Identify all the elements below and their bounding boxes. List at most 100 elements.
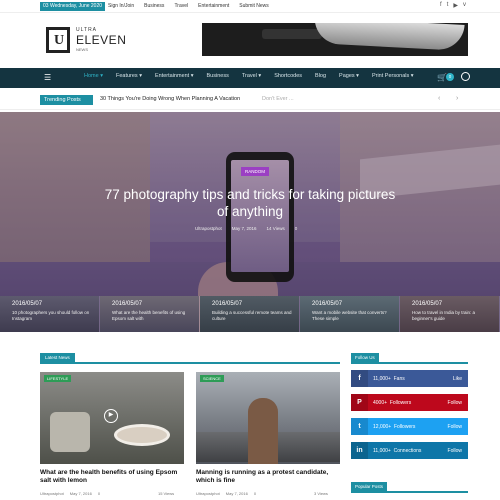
slider-card-date: 2016/05/07	[212, 301, 243, 307]
slider-card-title: Building a successful remote teams and c…	[212, 310, 292, 321]
post-meta: Ultrapostphot May 7, 2016 0	[40, 491, 100, 496]
post-author[interactable]: Ultrapostphot	[40, 491, 64, 496]
slider-card[interactable]: 2016/05/07 10 photographers you should f…	[0, 296, 100, 332]
post-image-cup	[50, 412, 90, 452]
youtube-icon[interactable]: ▶	[453, 2, 458, 9]
trending-label: Trending Posts	[40, 95, 93, 105]
facebook-icon[interactable]: f	[440, 2, 442, 9]
hero-comments[interactable]: 0	[295, 226, 298, 231]
social-count: 11,000+ Connections	[373, 448, 422, 454]
post-title[interactable]: What are the health benefits of using Ep…	[40, 469, 190, 485]
nav-item-travel[interactable]: Travel ▾	[242, 73, 261, 79]
post-author[interactable]: Ultrapostphot	[196, 491, 220, 496]
logo[interactable]: U	[46, 27, 70, 53]
chevron-left-icon[interactable]: ‹	[438, 95, 440, 102]
post-image[interactable]: SCIENCE	[196, 372, 340, 464]
slider-card[interactable]: 2016/05/07 Building a successful remote …	[200, 296, 300, 332]
entertainment-link[interactable]: Entertainment	[198, 3, 229, 9]
page: 03 Wednesday, June 2020 Sign In/Join Bus…	[0, 0, 500, 500]
hero-author[interactable]: Ultrapostphot	[195, 226, 222, 231]
hamburger-menu-icon[interactable]: ☰	[44, 74, 52, 82]
social-count: 11,000+ Fans	[373, 376, 405, 382]
nav-item-business[interactable]: Business	[207, 73, 229, 79]
social-action[interactable]: Follow	[448, 448, 462, 454]
logo-line3: NEWS	[76, 47, 88, 52]
travel-link[interactable]: Travel	[174, 3, 188, 9]
follow-title: Follow Us	[351, 353, 379, 362]
slider-card-date: 2016/05/07	[112, 301, 143, 307]
slider-card[interactable]: 2016/05/07 How to travel in India by tra…	[400, 296, 500, 332]
hero-title[interactable]: 77 photography tips and tricks for takin…	[100, 186, 400, 220]
nav-item-entertainment[interactable]: Entertainment ▾	[155, 73, 194, 79]
post-date: May 7, 2016	[225, 491, 248, 496]
post-views: 15 Views	[158, 491, 174, 496]
business-link[interactable]: Business	[144, 3, 164, 9]
social-row-facebook[interactable]: f 11,000+ Fans Like	[351, 370, 468, 387]
post-comments[interactable]: 0	[98, 491, 100, 496]
chevron-right-icon[interactable]: ›	[456, 95, 458, 102]
top-bar: 03 Wednesday, June 2020 Sign In/Join Bus…	[0, 0, 500, 13]
post-comments[interactable]: 0	[254, 491, 256, 496]
vimeo-icon[interactable]: v	[463, 2, 466, 9]
trending-next-headline[interactable]: Don't Ever ...	[262, 96, 294, 102]
post-views: 3 Views	[314, 491, 328, 496]
play-icon[interactable]: ▶	[104, 409, 118, 423]
social-action[interactable]: Follow	[448, 400, 462, 406]
slider-card-title: What are the health benefits of using Ep…	[112, 310, 186, 321]
nav-item-home[interactable]: Home ▾	[84, 73, 103, 79]
hero-category-badge[interactable]: RANDOM	[241, 167, 269, 176]
facebook-icon: f	[351, 370, 368, 387]
pinterest-icon: P	[351, 394, 368, 411]
slider-card-title: 10 photographers you should follow on In…	[12, 310, 90, 321]
nav-item-blog[interactable]: Blog	[315, 73, 326, 79]
post-views-count: 15 Views	[158, 491, 175, 496]
top-links: Sign In/Join Business Travel Entertainme…	[108, 3, 269, 9]
social-action[interactable]: Like	[453, 376, 462, 382]
nav-item-pages[interactable]: Pages ▾	[339, 73, 359, 79]
logo-mark: U	[54, 33, 65, 48]
post-category-badge[interactable]: LIFESTYLE	[44, 375, 72, 382]
hero-date: May 7, 2016	[231, 226, 257, 231]
nav-item-shortcodes[interactable]: Shortcodes	[274, 73, 302, 79]
nav-item-features[interactable]: Features ▾	[116, 73, 142, 79]
post-date: May 7, 2016	[69, 491, 92, 496]
twitter-icon: t	[351, 418, 368, 435]
logo-line2: ELEVEN	[76, 33, 127, 47]
post-image-bowl	[114, 424, 170, 446]
social-action[interactable]: Follow	[448, 424, 462, 430]
trending-headline[interactable]: 30 Things You're Doing Wrong When Planni…	[100, 96, 240, 102]
submit-news-link[interactable]: Submit News	[239, 3, 268, 9]
ad-phone-image	[313, 23, 465, 51]
post-image-person	[248, 398, 278, 464]
post-meta: Ultrapostphot May 7, 2016 0	[196, 491, 256, 496]
ad-banner[interactable]	[202, 23, 468, 56]
top-social: f t ▶ v	[440, 2, 466, 9]
slider-card[interactable]: 2016/05/07 What are the health benefits …	[100, 296, 200, 332]
linkedin-icon: in	[351, 442, 368, 459]
slider-card-title: Want a mobile website that converts? The…	[312, 310, 387, 321]
nav-item-print-personals[interactable]: Print Personals ▾	[372, 73, 414, 79]
post-views-count: 3 Views	[314, 491, 328, 496]
main-nav: ☰ Home ▾ Features ▾ Entertainment ▾ Busi…	[0, 68, 500, 88]
nav-list: Home ▾ Features ▾ Entertainment ▾ Busine…	[84, 73, 427, 79]
slider-card-date: 2016/05/07	[312, 301, 343, 307]
search-icon[interactable]	[461, 72, 470, 81]
post-category-badge[interactable]: SCIENCE	[200, 375, 224, 382]
social-row-linkedin[interactable]: in 11,000+ Connections Follow	[351, 442, 468, 459]
twitter-icon[interactable]: t	[447, 2, 449, 9]
follow-header: Follow Us	[351, 353, 468, 364]
date-badge: 03 Wednesday, June 2020	[40, 2, 106, 11]
hero-views: 14 Views	[266, 226, 285, 231]
sign-in-link[interactable]: Sign In/Join	[108, 3, 134, 9]
social-row-pinterest[interactable]: P 4000+ Followers Follow	[351, 394, 468, 411]
section-title: Latest News	[40, 353, 75, 362]
slider-cards: 2016/05/07 10 photographers you should f…	[0, 296, 500, 332]
social-row-twitter[interactable]: t 12,000+ Followers Follow	[351, 418, 468, 435]
slider-card[interactable]: 2016/05/07 Want a mobile website that co…	[300, 296, 400, 332]
post-title[interactable]: Manning is running as a protest candidat…	[196, 469, 346, 485]
section-header: Latest News	[40, 353, 340, 364]
popular-header: Popular Posts	[351, 482, 468, 493]
cart-count-badge: 0	[446, 73, 454, 81]
slider-card-date: 2016/05/07	[12, 301, 43, 307]
post-image[interactable]: LIFESTYLE ▶	[40, 372, 184, 464]
